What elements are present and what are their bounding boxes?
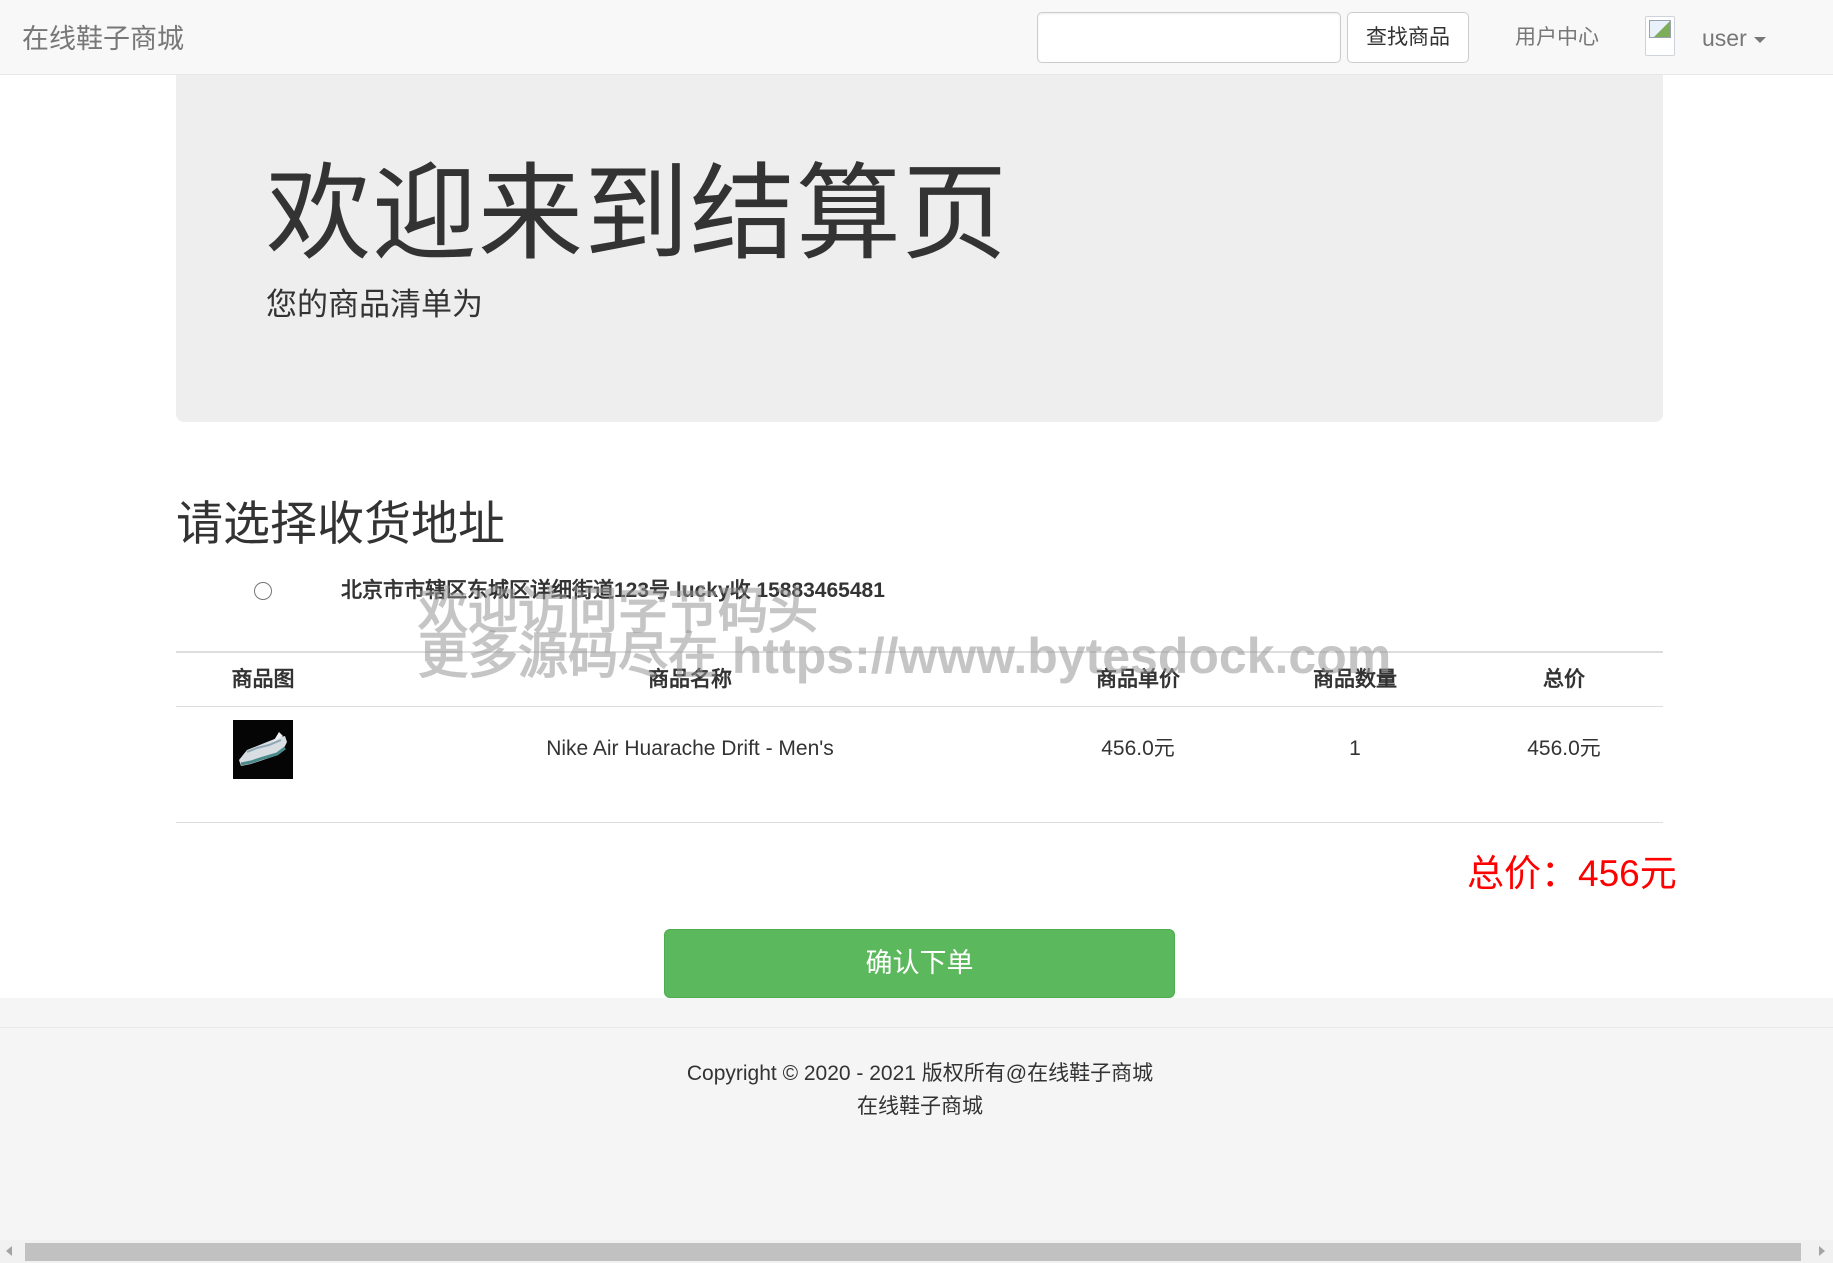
quantity: 1 — [1349, 737, 1361, 760]
column-header-unit-price: 商品单价 — [1096, 668, 1180, 691]
address-radio[interactable] — [254, 582, 272, 600]
scrollbar-thumb[interactable] — [25, 1243, 1801, 1261]
page-subtitle: 您的商品清单为 — [266, 287, 483, 322]
brand-link[interactable]: 在线鞋子商城 — [22, 22, 184, 56]
search-input[interactable] — [1037, 12, 1341, 63]
horizontal-scrollbar[interactable] — [0, 1240, 1833, 1263]
confirm-order-button[interactable]: 确认下单 — [664, 929, 1175, 998]
address-heading: 请选择收货地址 — [176, 497, 505, 550]
footer-copyright: Copyright © 2020 - 2021 版权所有@在线鞋子商城 — [686, 1062, 1154, 1085]
checkout-jumbotron: 欢迎来到结算页 您的商品清单为 — [176, 75, 1663, 422]
shoe-thumbnail-icon — [233, 720, 293, 779]
column-header-image: 商品图 — [231, 668, 295, 691]
table-divider — [176, 706, 1663, 707]
watermark-line-2: 更多源码尽在 https://www.bytesdock.com — [418, 628, 1392, 684]
product-name: Nike Air Huarache Drift - Men's — [546, 737, 834, 760]
column-header-name: 商品名称 — [648, 668, 732, 691]
footer-divider — [0, 1027, 1833, 1028]
grand-total: 总价：456元 — [1467, 853, 1677, 894]
avatar[interactable] — [1645, 16, 1675, 56]
address-option-label[interactable]: 北京市市辖区东城区详细街道123号 lucky收 15883465481 — [341, 577, 885, 605]
unit-price: 456.0元 — [1101, 737, 1175, 760]
scroll-left-arrow-icon[interactable] — [6, 1246, 12, 1256]
user-menu-toggle[interactable]: user — [1702, 24, 1747, 52]
scroll-right-arrow-icon[interactable] — [1819, 1246, 1825, 1256]
table-divider — [176, 822, 1663, 823]
footer: Copyright © 2020 - 2021 版权所有@在线鞋子商城 在线鞋子… — [0, 998, 1833, 1240]
page-title: 欢迎来到结算页 — [266, 156, 1009, 273]
caret-down-icon[interactable] — [1754, 37, 1766, 43]
column-header-total: 总价 — [1543, 668, 1585, 691]
row-total: 456.0元 — [1527, 737, 1601, 760]
table-divider — [176, 651, 1663, 653]
search-button[interactable]: 查找商品 — [1347, 12, 1469, 63]
broken-image-icon — [1649, 20, 1671, 38]
top-navbar: 在线鞋子商城 查找商品 用户中心 user — [0, 0, 1833, 75]
footer-site-name: 在线鞋子商城 — [857, 1095, 983, 1118]
nav-user-center-link[interactable]: 用户中心 — [1515, 24, 1599, 52]
column-header-quantity: 商品数量 — [1313, 668, 1397, 691]
